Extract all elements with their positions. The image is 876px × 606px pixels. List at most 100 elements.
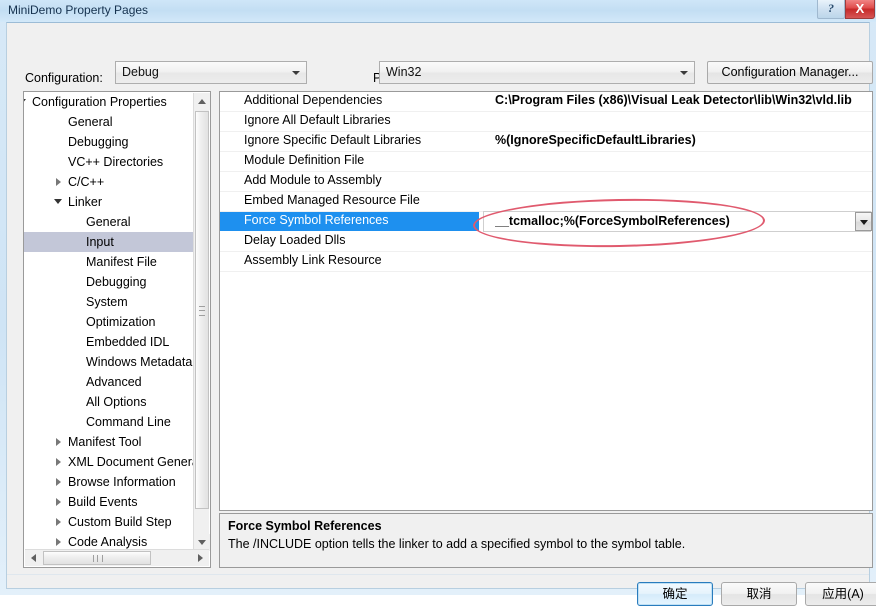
tree-item-linker[interactable]: Linker — [24, 192, 194, 212]
configuration-manager-button[interactable]: Configuration Manager... — [707, 61, 873, 84]
apply-button[interactable]: 应用(A) — [805, 582, 876, 606]
tree-item-embedded-idl[interactable]: Embedded IDL — [24, 332, 194, 352]
scroll-up-button[interactable] — [194, 93, 210, 110]
triangle-right-icon — [56, 458, 61, 466]
chevron-down-icon — [680, 71, 688, 75]
expander-collapsed-icon[interactable] — [52, 432, 66, 452]
property-row[interactable]: Assembly Link Resource — [220, 252, 872, 272]
grip-icon — [93, 555, 103, 562]
tree-vertical-scrollbar[interactable] — [193, 93, 210, 551]
tree-item-manifest-file[interactable]: Manifest File — [24, 252, 194, 272]
triangle-right-icon — [56, 538, 61, 546]
tree-item-label: Advanced — [86, 375, 142, 389]
property-row[interactable]: Module Definition File — [220, 152, 872, 172]
tree-item-input[interactable]: Input — [24, 232, 194, 252]
triangle-right-icon — [56, 438, 61, 446]
property-row[interactable]: Force Symbol References __tcmalloc;%(Forc… — [220, 211, 872, 232]
configuration-dropdown[interactable]: Debug — [115, 61, 307, 84]
tree-item-custom-build-step[interactable]: Custom Build Step — [24, 512, 194, 532]
tree-item-general[interactable]: General — [24, 212, 194, 232]
configuration-value: Debug — [122, 65, 159, 79]
tree-item-label: Configuration Properties — [32, 95, 167, 109]
tree-item-label: C/C++ — [68, 175, 105, 189]
expander-collapsed-icon[interactable] — [52, 472, 66, 492]
tree-item-label: Manifest File — [86, 255, 157, 269]
property-name: Ignore All Default Libraries — [244, 113, 391, 127]
property-row[interactable]: Add Module to Assembly — [220, 172, 872, 192]
chevron-down-icon — [292, 71, 300, 75]
property-name: Add Module to Assembly — [244, 173, 382, 187]
configuration-tree-panel: Configuration Properties General Debugging… — [23, 91, 211, 568]
property-row[interactable]: Embed Managed Resource File — [220, 192, 872, 212]
triangle-down-icon — [54, 199, 62, 204]
tree-item-optimization[interactable]: Optimization — [24, 312, 194, 332]
configuration-label: Configuration: — [25, 71, 103, 85]
tree-item-configuration-properties[interactable]: Configuration Properties — [24, 92, 194, 112]
platform-value: Win32 — [386, 65, 422, 79]
triangle-right-icon — [56, 478, 61, 486]
property-name: Ignore Specific Default Libraries — [244, 133, 422, 147]
description-text: The /INCLUDE option tells the linker to … — [228, 537, 686, 551]
tree-item-command-line[interactable]: Command Line — [24, 412, 194, 432]
tree-item-label: All Options — [86, 395, 147, 409]
property-row[interactable]: Ignore All Default Libraries — [220, 112, 872, 132]
tree-item-xml-document-generator[interactable]: XML Document Generator — [24, 452, 194, 472]
tree-item-c-c[interactable]: C/C++ — [24, 172, 194, 192]
scroll-left-button[interactable] — [25, 550, 42, 566]
tree-horizontal-scrollbar-thumb[interactable] — [43, 551, 151, 565]
expander-expanded-icon[interactable] — [24, 92, 30, 112]
bottom-separator — [7, 574, 869, 575]
tree-item-all-options[interactable]: All Options — [24, 392, 194, 412]
window-title: MiniDemo Property Pages — [8, 3, 149, 17]
cancel-button[interactable]: 取消 — [721, 582, 797, 606]
property-name: Additional Dependencies — [244, 93, 383, 107]
triangle-right-icon — [56, 518, 61, 526]
tree-item-label: XML Document Generator — [68, 455, 194, 469]
tree-item-manifest-tool[interactable]: Manifest Tool — [24, 432, 194, 452]
tree-item-debugging[interactable]: Debugging — [24, 272, 194, 292]
tree-item-debugging[interactable]: Debugging — [24, 132, 194, 152]
tree-item-label: Browse Information — [68, 475, 176, 489]
tree-item-general[interactable]: General — [24, 112, 194, 132]
tree-vertical-scrollbar-thumb[interactable] — [195, 111, 209, 509]
help-button[interactable]: ? — [817, 0, 845, 19]
expander-collapsed-icon[interactable] — [52, 172, 66, 192]
property-name: Assembly Link Resource — [244, 253, 382, 267]
property-pages-window: MiniDemo Property Pages ? X Configuratio… — [0, 0, 876, 606]
triangle-down-icon — [24, 99, 26, 104]
scroll-right-button[interactable] — [192, 550, 209, 566]
grip-icon — [199, 306, 205, 316]
property-row[interactable]: Additional Dependencies C:\Program Files … — [220, 92, 872, 112]
expander-collapsed-icon[interactable] — [52, 452, 66, 472]
dialog-client-area: Configuration: Debug Platform: Win32 Con… — [6, 22, 876, 606]
triangle-down-icon — [198, 540, 206, 545]
property-name: Module Definition File — [244, 153, 365, 167]
platform-dropdown[interactable]: Win32 — [379, 61, 695, 84]
close-icon: X — [855, 1, 865, 16]
property-row[interactable]: Delay Loaded Dlls — [220, 232, 872, 252]
expander-collapsed-icon[interactable] — [52, 512, 66, 532]
expander-collapsed-icon[interactable] — [52, 492, 66, 512]
tree-item-browse-information[interactable]: Browse Information — [24, 472, 194, 492]
title-bar: MiniDemo Property Pages ? X — [0, 0, 876, 22]
property-name: Delay Loaded Dlls — [244, 233, 346, 247]
property-value: %(IgnoreSpecificDefaultLibraries) — [495, 133, 696, 147]
tree-item-build-events[interactable]: Build Events — [24, 492, 194, 512]
tree-item-windows-metadata[interactable]: Windows Metadata — [24, 352, 194, 372]
ok-button[interactable]: 确定 — [637, 582, 713, 606]
tree-item-label: Optimization — [86, 315, 156, 329]
tree-item-system[interactable]: System — [24, 292, 194, 312]
configuration-tree: Configuration Properties General Debugging… — [24, 92, 194, 551]
triangle-left-icon — [31, 554, 36, 562]
description-panel: Force Symbol References The /INCLUDE opt… — [219, 513, 873, 568]
tree-horizontal-scrollbar[interactable] — [25, 549, 209, 566]
property-value-dropdown-button[interactable] — [855, 212, 872, 231]
property-value[interactable]: __tcmalloc;%(ForceSymbolReferences) — [495, 214, 870, 228]
expander-expanded-icon[interactable] — [52, 192, 66, 212]
tree-item-label: VC++ Directories — [68, 155, 164, 169]
tree-item-vc-directories[interactable]: VC++ Directories — [24, 152, 194, 172]
tree-item-advanced[interactable]: Advanced — [24, 372, 194, 392]
close-button[interactable]: X — [845, 0, 875, 19]
tree-item-label: General — [68, 115, 113, 129]
property-row[interactable]: Ignore Specific Default Libraries %(Ignor… — [220, 132, 872, 152]
